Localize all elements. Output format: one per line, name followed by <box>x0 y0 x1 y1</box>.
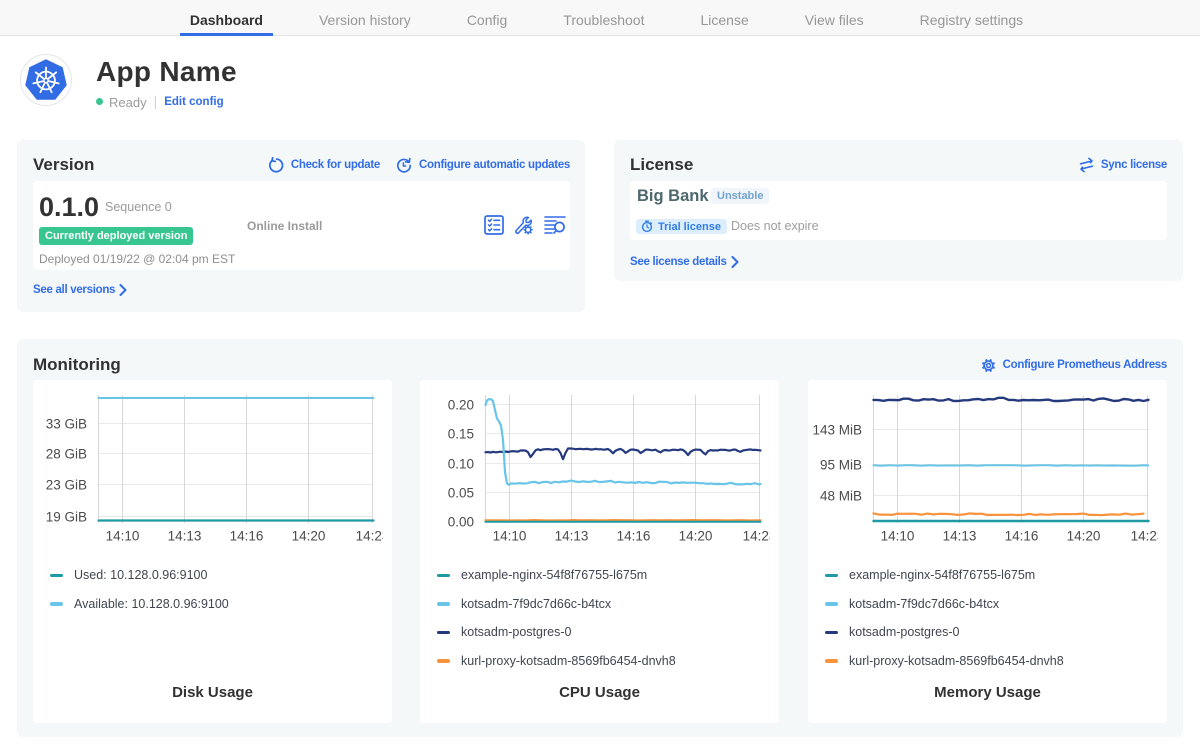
svg-text:14:20: 14:20 <box>292 529 326 544</box>
svg-text:48 MiB: 48 MiB <box>820 489 862 504</box>
svg-text:14:20: 14:20 <box>679 529 713 544</box>
svg-text:23 GiB: 23 GiB <box>46 478 87 493</box>
svg-text:14:23: 14:23 <box>1131 529 1158 544</box>
svg-text:28 GiB: 28 GiB <box>46 447 87 462</box>
svg-text:0.10: 0.10 <box>448 457 474 472</box>
svg-text:14:10: 14:10 <box>493 529 527 544</box>
svg-text:14:23: 14:23 <box>743 529 770 544</box>
svg-text:14:16: 14:16 <box>1005 529 1039 544</box>
svg-text:14:10: 14:10 <box>106 529 140 544</box>
svg-text:95 MiB: 95 MiB <box>820 458 862 473</box>
svg-text:0.15: 0.15 <box>448 427 474 442</box>
svg-text:14:13: 14:13 <box>168 529 202 544</box>
svg-text:14:10: 14:10 <box>881 529 915 544</box>
svg-text:14:20: 14:20 <box>1067 529 1101 544</box>
svg-text:143 MiB: 143 MiB <box>812 423 862 438</box>
svg-text:14:13: 14:13 <box>555 529 589 544</box>
svg-text:14:16: 14:16 <box>230 529 264 544</box>
svg-text:19 GiB: 19 GiB <box>46 510 87 525</box>
svg-text:0.05: 0.05 <box>448 486 474 501</box>
svg-text:33 GiB: 33 GiB <box>46 417 87 432</box>
svg-text:14:13: 14:13 <box>943 529 977 544</box>
svg-text:0.20: 0.20 <box>448 398 474 413</box>
svg-text:14:16: 14:16 <box>617 529 651 544</box>
svg-text:14:23: 14:23 <box>356 529 383 544</box>
svg-text:0.00: 0.00 <box>448 515 474 530</box>
